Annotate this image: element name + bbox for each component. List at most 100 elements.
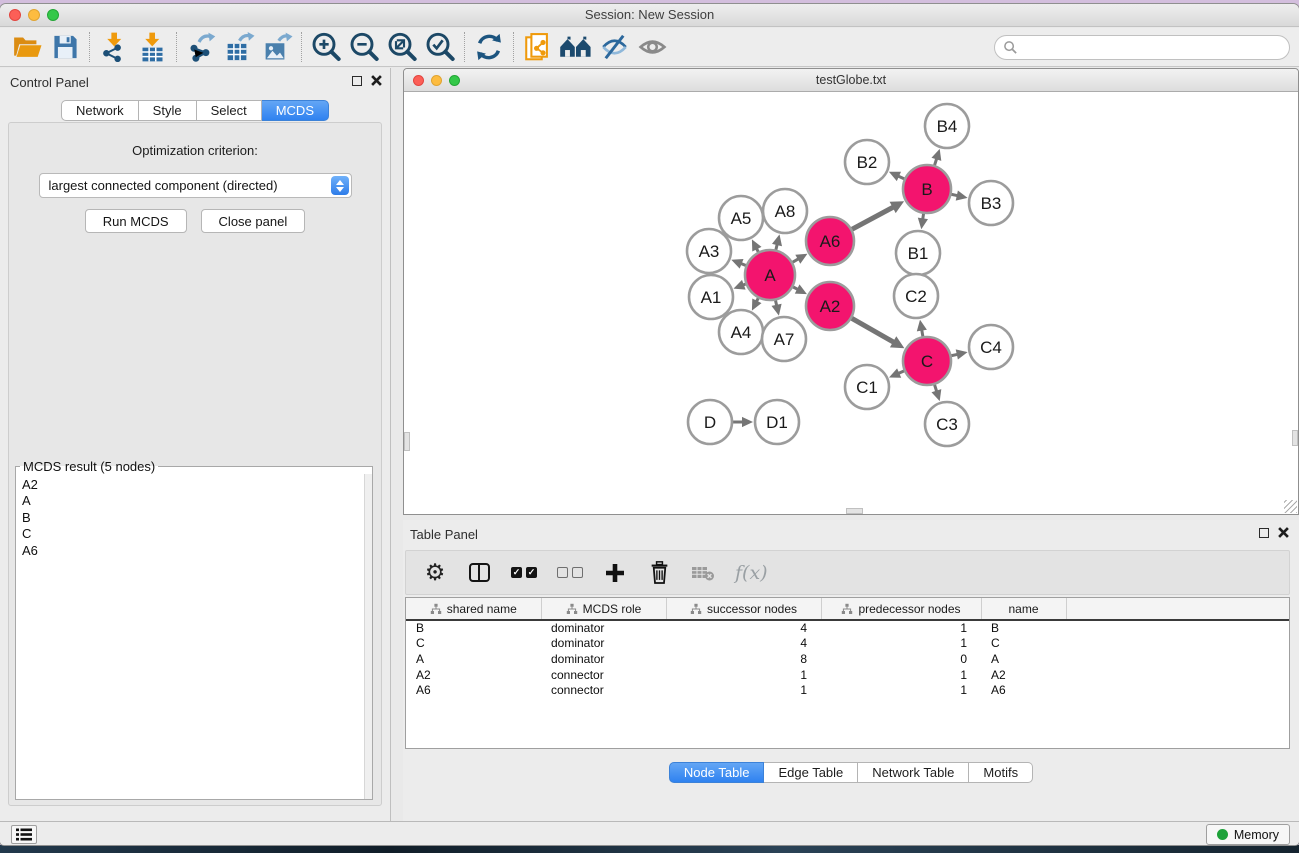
show-details-button[interactable] (633, 30, 671, 64)
cell[interactable]: dominator (541, 651, 666, 667)
zoom-selected-button[interactable] (421, 30, 459, 64)
result-item[interactable]: A6 (22, 543, 364, 559)
result-scrollbar[interactable] (364, 474, 372, 799)
table-row[interactable]: Bdominator41B (406, 620, 1289, 636)
cell[interactable]: C (406, 636, 541, 652)
column-header-predecessor-nodes[interactable]: predecessor nodes (821, 598, 981, 620)
result-item[interactable]: C (22, 526, 364, 542)
hide-details-button[interactable] (595, 30, 633, 64)
export-table-button[interactable] (220, 30, 258, 64)
cell[interactable]: 1 (821, 636, 981, 652)
deselect-all-button[interactable] (557, 558, 583, 588)
cell[interactable] (1066, 667, 1289, 683)
cell[interactable] (1066, 682, 1289, 698)
cell[interactable]: 1 (666, 682, 821, 698)
cell[interactable]: A6 (406, 682, 541, 698)
select-all-button[interactable]: ✓✓ (511, 558, 537, 588)
node-table: shared nameMCDS rolesuccessor nodesprede… (405, 597, 1290, 749)
canvas-hscroll-thumb[interactable] (846, 508, 863, 514)
cell[interactable]: 1 (666, 667, 821, 683)
tab-mcds[interactable]: MCDS (262, 100, 329, 121)
table-tab-motifs[interactable]: Motifs (969, 762, 1033, 783)
cell[interactable]: B (981, 620, 1066, 636)
network-canvas[interactable]: AA1A2A3A4A5A6A7A8BB1B2B3B4CC1C2C3C4DD1 (404, 92, 1298, 514)
memory-button[interactable]: Memory (1206, 824, 1290, 845)
cell[interactable]: C (981, 636, 1066, 652)
cell[interactable]: A6 (981, 682, 1066, 698)
import-table-button[interactable] (133, 30, 171, 64)
open-file-button[interactable] (8, 30, 46, 64)
cell[interactable]: 1 (821, 667, 981, 683)
table-tab-network-table[interactable]: Network Table (858, 762, 969, 783)
cell[interactable]: 4 (666, 620, 821, 636)
export-network-button[interactable] (182, 30, 220, 64)
result-item[interactable]: B (22, 510, 364, 526)
criterion-value: largest connected component (directed) (49, 178, 278, 193)
table-row[interactable]: A6connector11A6 (406, 682, 1289, 698)
tab-select[interactable]: Select (197, 100, 262, 121)
cell[interactable]: A2 (406, 667, 541, 683)
cell[interactable]: dominator (541, 636, 666, 652)
cell[interactable]: connector (541, 682, 666, 698)
cell[interactable]: 8 (666, 651, 821, 667)
graph-edge-A6-B[interactable] (851, 207, 893, 230)
canvas-vscroll-thumb[interactable] (404, 432, 410, 451)
result-item[interactable]: A (22, 493, 364, 509)
table-row[interactable]: Adominator80A (406, 651, 1289, 667)
close-panel-button[interactable] (371, 75, 382, 86)
cell[interactable]: A (406, 651, 541, 667)
graph-node-label-B4: B4 (937, 117, 958, 136)
zoom-fit-button[interactable] (383, 30, 421, 64)
cell[interactable] (1066, 651, 1289, 667)
result-item[interactable]: A2 (22, 477, 364, 493)
cell[interactable]: A2 (981, 667, 1066, 683)
run-mcds-button[interactable]: Run MCDS (85, 209, 187, 233)
close-panel-button-2[interactable]: Close panel (201, 209, 306, 233)
zoom-in-button[interactable] (307, 30, 345, 64)
cell[interactable]: 1 (821, 620, 981, 636)
cell[interactable] (1066, 636, 1289, 652)
table-row[interactable]: Cdominator41C (406, 636, 1289, 652)
cell[interactable]: dominator (541, 620, 666, 636)
column-header-name[interactable]: name (981, 598, 1066, 620)
export-image-button[interactable] (258, 30, 296, 64)
search-input[interactable] (1018, 41, 1281, 55)
home-button[interactable] (557, 30, 595, 64)
zoom-out-button[interactable] (345, 30, 383, 64)
graph-edge-A2-C[interactable] (851, 318, 894, 343)
close-table-panel-button[interactable] (1278, 527, 1289, 538)
refresh-view-button[interactable] (470, 30, 508, 64)
delete-table-button[interactable] (691, 558, 715, 588)
table-tab-node-table[interactable]: Node Table (669, 762, 765, 783)
tab-network[interactable]: Network (61, 100, 139, 121)
show-column-button[interactable] (467, 558, 491, 588)
column-header-shared-name[interactable]: shared name (406, 598, 541, 620)
window-resize-grip[interactable] (1284, 500, 1297, 513)
column-header-mcds-role[interactable]: MCDS role (541, 598, 666, 620)
status-bar: Memory (0, 821, 1299, 845)
table-tab-edge-table[interactable]: Edge Table (764, 762, 858, 783)
table-options-button[interactable]: ⚙ (423, 558, 447, 588)
cell[interactable]: connector (541, 667, 666, 683)
save-session-button[interactable] (46, 30, 84, 64)
delete-row-button[interactable] (647, 558, 671, 588)
cell[interactable] (1066, 620, 1289, 636)
cell[interactable]: B (406, 620, 541, 636)
float-table-panel-button[interactable] (1259, 528, 1269, 538)
table-row[interactable]: A2connector11A2 (406, 667, 1289, 683)
add-row-button[interactable] (603, 558, 627, 588)
criterion-dropdown[interactable]: largest connected component (directed) (39, 173, 352, 198)
canvas-vscroll-thumb-right[interactable] (1292, 430, 1298, 446)
graph-node-label-B: B (921, 180, 932, 199)
function-builder-button[interactable]: f(x) (735, 558, 768, 588)
cell[interactable]: 1 (821, 682, 981, 698)
cell[interactable]: A (981, 651, 1066, 667)
cell[interactable]: 4 (666, 636, 821, 652)
tab-style[interactable]: Style (139, 100, 197, 121)
task-history-button[interactable] (11, 825, 37, 844)
import-network-button[interactable] (95, 30, 133, 64)
column-header-successor-nodes[interactable]: successor nodes (666, 598, 821, 620)
new-network-button[interactable] (519, 30, 557, 64)
cell[interactable]: 0 (821, 651, 981, 667)
float-panel-button[interactable] (352, 76, 362, 86)
